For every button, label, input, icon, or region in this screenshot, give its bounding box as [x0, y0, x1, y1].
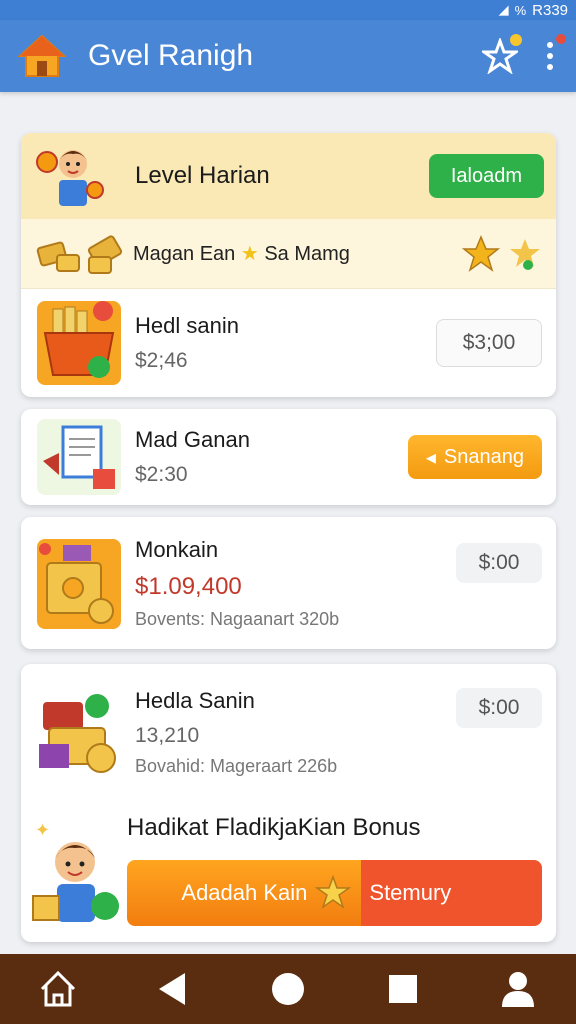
- app-bar: Gvel Ranigh: [0, 20, 576, 92]
- item-title: Mad Ganan: [135, 427, 250, 452]
- item-price: $1.09,400: [135, 572, 242, 600]
- home-circle-icon[interactable]: [264, 965, 312, 1013]
- status-misc: %: [514, 2, 527, 18]
- bonus-button[interactable]: Adadah Kain Stemury: [127, 860, 542, 926]
- star-badge-icon: [315, 875, 352, 909]
- claim-button[interactable]: ◂ Snanang: [407, 435, 542, 479]
- gift-chest-icon: [35, 684, 123, 780]
- bonus-title: Hadikat FladikjaKian Bonus: [127, 814, 421, 841]
- item-subtext: Bovents: Nagaanart 320b: [135, 608, 340, 629]
- gold-star-icon: [462, 234, 500, 272]
- item-price: $2:30: [135, 463, 188, 486]
- status-bar: ◢ % R339: [0, 0, 576, 20]
- item-value-pill[interactable]: $:00: [456, 543, 542, 583]
- kid-avatar-icon: [33, 140, 105, 212]
- list-item[interactable]: Mad Ganan $2:30 ◂ Snanang: [21, 409, 556, 505]
- hero-action-button[interactable]: Ialoadm: [428, 154, 544, 198]
- treasure-box-icon: [35, 533, 123, 633]
- list-item[interactable]: Monkain $1.09,400 Bovents: Nagaanart 320…: [21, 517, 556, 649]
- star-coin-icon: [510, 238, 540, 270]
- kid-bonus-icon: ✦: [31, 818, 127, 928]
- alert-dot: [556, 34, 566, 44]
- signal-icon: ◢: [498, 2, 509, 17]
- bonus-right-label: Stemury: [361, 860, 542, 926]
- gold-basket-icon: [35, 299, 123, 387]
- arrow-left-icon: ◂: [425, 446, 436, 469]
- item-value-pill[interactable]: $3;00: [436, 319, 542, 367]
- back-icon[interactable]: [149, 965, 197, 1013]
- item-title: Monkain: [135, 536, 219, 562]
- item-value-pill[interactable]: $:00: [456, 688, 542, 728]
- system-nav-bar: [0, 954, 576, 1024]
- daily-level-card: Level Harian Ialoadm Magan Ean ★ Sa Mamg: [21, 133, 556, 397]
- bonus-card: Hedla Sanin 13,210 Bovahid: Mageraart 22…: [21, 664, 556, 942]
- recents-square-icon[interactable]: [379, 965, 427, 1013]
- hero-item-row[interactable]: Hedl sanin $2;46 $3;00: [21, 289, 556, 397]
- list-item[interactable]: Hedla Sanin 13,210 Bovahid: Mageraart 22…: [21, 664, 556, 800]
- svg-text:✦: ✦: [35, 820, 50, 841]
- battery-text: R339: [532, 1, 568, 19]
- bonus-left-label: Adadah Kain: [181, 880, 308, 905]
- bonus-section: ✦ Hadikat FladikjaKian Bonus Adadah Kain…: [21, 800, 556, 928]
- item-title: Hedl sanin: [135, 313, 239, 338]
- document-reward-icon: [35, 417, 123, 497]
- gold-blocks-icon: [35, 229, 125, 279]
- item-title: Hedla Sanin: [135, 687, 255, 713]
- notification-badge: [510, 34, 522, 46]
- item-price: 13,210: [135, 723, 200, 747]
- more-menu-icon[interactable]: [540, 34, 566, 70]
- small-star-icon: ★: [235, 243, 265, 265]
- hero-subtitle: Magan Ean ★ Sa Mamg: [133, 243, 350, 265]
- home-nav-icon[interactable]: [34, 965, 82, 1013]
- profile-icon[interactable]: [494, 965, 542, 1013]
- item-subtext: Bovahid: Mageraart 226b: [135, 755, 338, 776]
- hero-title: Level Harian: [135, 162, 270, 189]
- app-title: Gvel Ranigh: [88, 39, 254, 72]
- home-icon[interactable]: [16, 30, 68, 82]
- item-price: $2;46: [135, 349, 188, 372]
- favorites-star-icon[interactable]: [479, 34, 522, 75]
